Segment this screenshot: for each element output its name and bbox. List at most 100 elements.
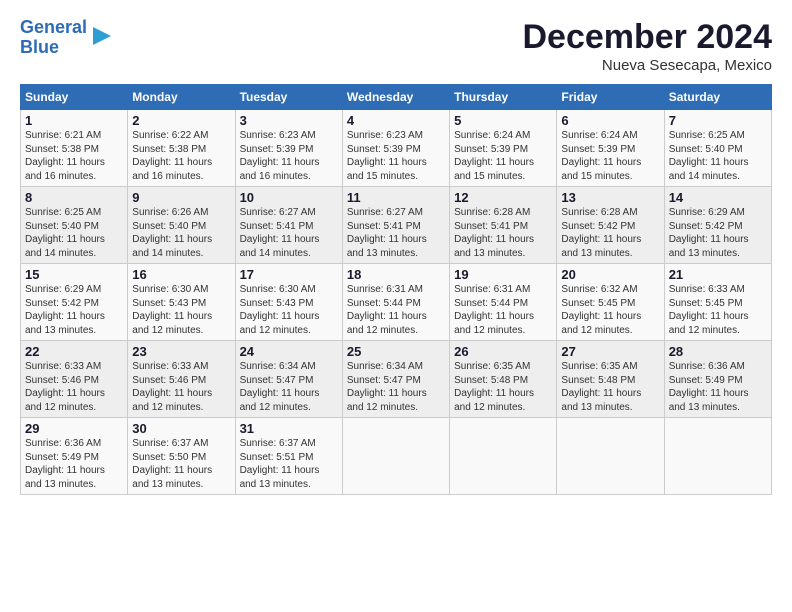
calendar-week-5: 29Sunrise: 6:36 AMSunset: 5:49 PMDayligh… [21,418,772,495]
logo-arrow-icon [91,25,113,47]
day-number: 24 [240,344,338,359]
main-title: December 2024 [522,18,772,57]
calendar-week-4: 22Sunrise: 6:33 AMSunset: 5:46 PMDayligh… [21,341,772,418]
calendar-week-3: 15Sunrise: 6:29 AMSunset: 5:42 PMDayligh… [21,264,772,341]
day-number: 8 [25,190,123,205]
calendar-cell: 14Sunrise: 6:29 AMSunset: 5:42 PMDayligh… [664,187,771,264]
calendar-cell: 31Sunrise: 6:37 AMSunset: 5:51 PMDayligh… [235,418,342,495]
day-number: 19 [454,267,552,282]
calendar-cell: 15Sunrise: 6:29 AMSunset: 5:42 PMDayligh… [21,264,128,341]
day-number: 2 [132,113,230,128]
day-number: 12 [454,190,552,205]
day-number: 4 [347,113,445,128]
day-info: Sunrise: 6:37 AMSunset: 5:51 PMDaylight:… [240,437,338,491]
day-info: Sunrise: 6:34 AMSunset: 5:47 PMDaylight:… [347,360,445,414]
day-info: Sunrise: 6:31 AMSunset: 5:44 PMDaylight:… [454,283,552,337]
day-info: Sunrise: 6:28 AMSunset: 5:42 PMDaylight:… [561,206,659,260]
day-number: 6 [561,113,659,128]
day-number: 28 [669,344,767,359]
day-info: Sunrise: 6:29 AMSunset: 5:42 PMDaylight:… [669,206,767,260]
day-info: Sunrise: 6:35 AMSunset: 5:48 PMDaylight:… [561,360,659,414]
day-number: 23 [132,344,230,359]
day-info: Sunrise: 6:24 AMSunset: 5:39 PMDaylight:… [561,129,659,183]
day-number: 29 [25,421,123,436]
day-info: Sunrise: 6:23 AMSunset: 5:39 PMDaylight:… [240,129,338,183]
calendar-week-2: 8Sunrise: 6:25 AMSunset: 5:40 PMDaylight… [21,187,772,264]
calendar-week-1: 1Sunrise: 6:21 AMSunset: 5:38 PMDaylight… [21,110,772,187]
day-info: Sunrise: 6:26 AMSunset: 5:40 PMDaylight:… [132,206,230,260]
logo-text: General Blue [20,18,87,58]
day-info: Sunrise: 6:35 AMSunset: 5:48 PMDaylight:… [454,360,552,414]
calendar-cell: 8Sunrise: 6:25 AMSunset: 5:40 PMDaylight… [21,187,128,264]
day-number: 21 [669,267,767,282]
calendar-header-row: SundayMondayTuesdayWednesdayThursdayFrid… [21,85,772,110]
day-info: Sunrise: 6:30 AMSunset: 5:43 PMDaylight:… [132,283,230,337]
calendar-cell [450,418,557,495]
calendar-cell: 20Sunrise: 6:32 AMSunset: 5:45 PMDayligh… [557,264,664,341]
day-info: Sunrise: 6:29 AMSunset: 5:42 PMDaylight:… [25,283,123,337]
calendar-cell: 7Sunrise: 6:25 AMSunset: 5:40 PMDaylight… [664,110,771,187]
day-number: 11 [347,190,445,205]
day-info: Sunrise: 6:27 AMSunset: 5:41 PMDaylight:… [347,206,445,260]
page: General Blue December 2024 Nueva Sesecap… [0,0,792,612]
day-info: Sunrise: 6:37 AMSunset: 5:50 PMDaylight:… [132,437,230,491]
logo-blue: Blue [20,37,59,57]
calendar-cell: 16Sunrise: 6:30 AMSunset: 5:43 PMDayligh… [128,264,235,341]
logo: General Blue [20,18,113,58]
logo-general: General [20,17,87,37]
calendar-header-friday: Friday [557,85,664,110]
calendar-header-sunday: Sunday [21,85,128,110]
day-number: 27 [561,344,659,359]
calendar-cell: 9Sunrise: 6:26 AMSunset: 5:40 PMDaylight… [128,187,235,264]
day-number: 17 [240,267,338,282]
day-info: Sunrise: 6:36 AMSunset: 5:49 PMDaylight:… [25,437,123,491]
calendar-cell: 26Sunrise: 6:35 AMSunset: 5:48 PMDayligh… [450,341,557,418]
day-number: 1 [25,113,123,128]
calendar-cell [557,418,664,495]
calendar-cell: 28Sunrise: 6:36 AMSunset: 5:49 PMDayligh… [664,341,771,418]
calendar-cell: 6Sunrise: 6:24 AMSunset: 5:39 PMDaylight… [557,110,664,187]
day-info: Sunrise: 6:31 AMSunset: 5:44 PMDaylight:… [347,283,445,337]
day-number: 16 [132,267,230,282]
day-info: Sunrise: 6:32 AMSunset: 5:45 PMDaylight:… [561,283,659,337]
day-info: Sunrise: 6:34 AMSunset: 5:47 PMDaylight:… [240,360,338,414]
day-number: 30 [132,421,230,436]
calendar-cell: 22Sunrise: 6:33 AMSunset: 5:46 PMDayligh… [21,341,128,418]
day-number: 9 [132,190,230,205]
day-info: Sunrise: 6:36 AMSunset: 5:49 PMDaylight:… [669,360,767,414]
day-number: 31 [240,421,338,436]
calendar-cell: 2Sunrise: 6:22 AMSunset: 5:38 PMDaylight… [128,110,235,187]
day-number: 15 [25,267,123,282]
day-number: 5 [454,113,552,128]
calendar-cell: 23Sunrise: 6:33 AMSunset: 5:46 PMDayligh… [128,341,235,418]
day-info: Sunrise: 6:33 AMSunset: 5:46 PMDaylight:… [132,360,230,414]
title-section: December 2024 Nueva Sesecapa, Mexico [522,18,772,74]
calendar-cell [664,418,771,495]
calendar-header-wednesday: Wednesday [342,85,449,110]
day-info: Sunrise: 6:24 AMSunset: 5:39 PMDaylight:… [454,129,552,183]
subtitle: Nueva Sesecapa, Mexico [522,57,772,74]
calendar-cell: 17Sunrise: 6:30 AMSunset: 5:43 PMDayligh… [235,264,342,341]
day-info: Sunrise: 6:25 AMSunset: 5:40 PMDaylight:… [25,206,123,260]
calendar-cell: 21Sunrise: 6:33 AMSunset: 5:45 PMDayligh… [664,264,771,341]
calendar-cell: 30Sunrise: 6:37 AMSunset: 5:50 PMDayligh… [128,418,235,495]
calendar-cell: 11Sunrise: 6:27 AMSunset: 5:41 PMDayligh… [342,187,449,264]
day-info: Sunrise: 6:21 AMSunset: 5:38 PMDaylight:… [25,129,123,183]
calendar-cell: 27Sunrise: 6:35 AMSunset: 5:48 PMDayligh… [557,341,664,418]
day-info: Sunrise: 6:25 AMSunset: 5:40 PMDaylight:… [669,129,767,183]
calendar-header-tuesday: Tuesday [235,85,342,110]
day-info: Sunrise: 6:23 AMSunset: 5:39 PMDaylight:… [347,129,445,183]
calendar-cell: 13Sunrise: 6:28 AMSunset: 5:42 PMDayligh… [557,187,664,264]
calendar-cell [342,418,449,495]
day-number: 14 [669,190,767,205]
day-info: Sunrise: 6:30 AMSunset: 5:43 PMDaylight:… [240,283,338,337]
day-number: 26 [454,344,552,359]
day-info: Sunrise: 6:22 AMSunset: 5:38 PMDaylight:… [132,129,230,183]
day-number: 13 [561,190,659,205]
day-info: Sunrise: 6:33 AMSunset: 5:45 PMDaylight:… [669,283,767,337]
day-number: 20 [561,267,659,282]
calendar-header-saturday: Saturday [664,85,771,110]
day-info: Sunrise: 6:28 AMSunset: 5:41 PMDaylight:… [454,206,552,260]
calendar-cell: 1Sunrise: 6:21 AMSunset: 5:38 PMDaylight… [21,110,128,187]
day-info: Sunrise: 6:27 AMSunset: 5:41 PMDaylight:… [240,206,338,260]
